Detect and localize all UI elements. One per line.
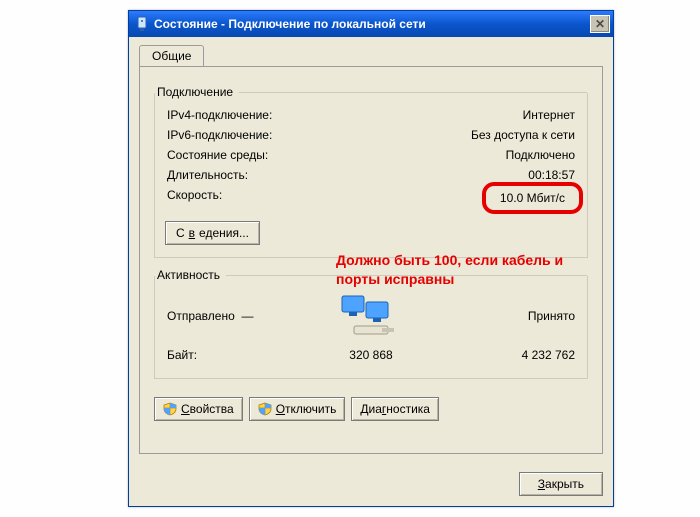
client-area: Общие Подключение IPv4-подключение: Инте… xyxy=(129,37,613,464)
diag-post: ностика xyxy=(386,402,430,416)
value-duration: 00:18:57 xyxy=(528,168,575,182)
label-ipv6: IPv6-подключение: xyxy=(167,128,272,142)
group-activity: Активность Отправлено — xyxy=(154,276,588,379)
network-adapter-icon xyxy=(135,16,149,32)
group-activity-legend: Активность xyxy=(155,268,226,282)
tab-general[interactable]: Общие xyxy=(139,45,204,67)
value-ipv6: Без доступа к сети xyxy=(471,128,575,142)
close-dialog-button[interactable]: Закрыть xyxy=(519,472,603,496)
label-received: Принято xyxy=(528,309,575,323)
details-button-pre: С xyxy=(176,226,185,240)
label-media-state: Состояние среды: xyxy=(167,148,268,162)
value-bytes-sent: 320 868 xyxy=(349,348,392,362)
value-speed: 10.0 Мбит/с xyxy=(490,188,575,208)
close-label: акрыть xyxy=(545,477,584,491)
titlebar[interactable]: Состояние - Подключение по локальной сет… xyxy=(129,11,613,37)
status-dialog-window: Состояние - Подключение по локальной сет… xyxy=(128,10,614,507)
details-button-post: едения... xyxy=(199,226,249,240)
disable-button[interactable]: Отключить xyxy=(249,397,346,421)
value-ipv4: Интернет xyxy=(523,108,575,122)
disable-mnemonic: О xyxy=(276,402,285,416)
diag-pre: Диа xyxy=(360,402,382,416)
tab-general-panel: Подключение IPv4-подключение: Интернет I… xyxy=(139,66,603,454)
legend-rule xyxy=(226,275,587,276)
legend-rule xyxy=(239,92,587,93)
label-sent: Отправлено xyxy=(167,309,235,323)
details-button-mnemonic: в xyxy=(189,226,195,240)
group-connection-legend: Подключение xyxy=(155,85,239,99)
close-mnemonic: З xyxy=(538,477,545,491)
panel-button-row: Свойства Отключить xyxy=(154,397,588,421)
window-title: Состояние - Подключение по локальной сет… xyxy=(154,17,590,31)
group-connection: Подключение IPv4-подключение: Интернет I… xyxy=(154,93,588,258)
network-activity-icon xyxy=(336,292,406,340)
close-button[interactable]: ✕ xyxy=(590,15,610,33)
label-duration: Длительность: xyxy=(167,168,248,182)
diagnostics-button[interactable]: Диагностика xyxy=(351,397,439,421)
label-ipv4: IPv4-подключение: xyxy=(167,108,272,122)
properties-button[interactable]: Свойства xyxy=(154,397,243,421)
uac-shield-icon xyxy=(163,402,177,416)
sep-dash: — xyxy=(241,309,253,323)
value-media-state: Подключено xyxy=(506,148,575,162)
properties-label: войства xyxy=(190,402,234,416)
value-speed-text: 10.0 Мбит/с xyxy=(500,191,565,205)
tabstrip: Общие xyxy=(139,45,603,67)
details-button[interactable]: Св едения... xyxy=(165,221,260,245)
label-speed: Скорость: xyxy=(167,188,222,208)
value-bytes-received: 4 232 762 xyxy=(522,348,575,362)
properties-mnemonic: С xyxy=(181,402,190,416)
disable-label: тключить xyxy=(285,402,336,416)
uac-shield-icon xyxy=(258,402,272,416)
label-bytes: Байт: xyxy=(167,348,197,362)
dialog-footer: Закрыть xyxy=(129,464,613,506)
